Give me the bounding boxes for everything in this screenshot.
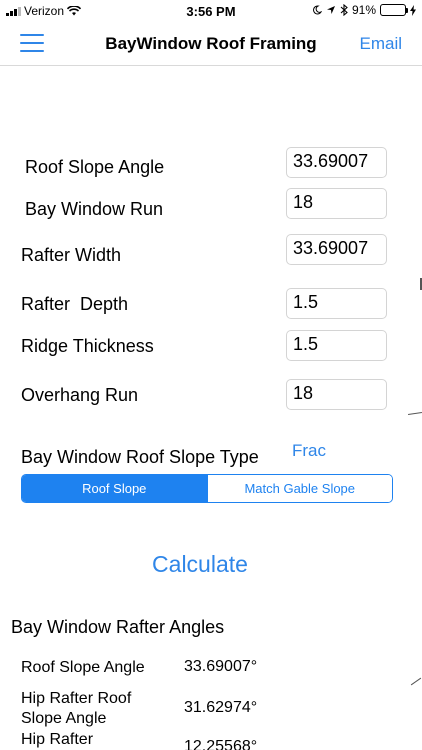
bay-window-run-field[interactable]: 18: [286, 188, 387, 219]
location-arrow-icon: [326, 6, 335, 14]
navigation-bar: BayWindow Roof Framing Email: [0, 22, 422, 66]
result-value-roof-slope-angle: 33.69007°: [184, 658, 258, 675]
frac-button[interactable]: Frac: [292, 441, 326, 461]
results-heading: Bay Window Rafter Angles: [11, 617, 225, 637]
roof-slope-angle-field[interactable]: 33.69007: [286, 147, 387, 178]
overhang-run-field[interactable]: 18: [286, 379, 387, 410]
result-label-hip-rafter: Hip Rafter: [21, 731, 94, 748]
result-value-hip-rafter-roof-slope-angle: 31.62974°: [184, 699, 258, 716]
roof-slope-segment[interactable]: Roof Slope: [22, 475, 207, 502]
status-bar: Verizon 3:56 PM 91%: [0, 0, 422, 22]
match-gable-slope-segment[interactable]: Match Gable Slope: [206, 475, 392, 502]
charging-bolt-icon: [410, 4, 416, 16]
calculate-button[interactable]: Calculate: [0, 551, 400, 578]
bluetooth-icon: [340, 4, 348, 16]
edge-mark: [407, 412, 422, 415]
moon-icon: [313, 5, 322, 15]
result-value-hip-rafter: 12.25568°: [184, 738, 258, 750]
rafter-depth-field[interactable]: 1.5: [286, 288, 387, 319]
ridge-thickness-label: Ridge Thickness: [21, 336, 154, 356]
rafter-width-field[interactable]: 33.69007: [286, 234, 387, 265]
result-label-hip-rafter-roof-slope-angle: Hip Rafter Roof Slope Angle: [21, 690, 132, 727]
roof-slope-angle-label: Roof Slope Angle: [25, 157, 165, 177]
bay-window-run-label: Bay Window Run: [25, 199, 164, 219]
email-button[interactable]: Email: [359, 34, 402, 54]
battery-percent: 91%: [351, 3, 376, 17]
edge-mark: [410, 677, 422, 686]
ridge-thickness-field[interactable]: 1.5: [286, 330, 387, 361]
rafter-depth-label: Rafter Depth: [21, 294, 129, 314]
rafter-width-label: Rafter Width: [21, 245, 122, 265]
slope-type-segmented-control: Roof Slope Match Gable Slope: [21, 474, 393, 503]
status-right: 91%: [312, 3, 416, 17]
result-label-roof-slope-angle: Roof Slope Angle: [21, 659, 145, 676]
overhang-run-label: Overhang Run: [21, 385, 139, 405]
slope-type-label: Bay Window Roof Slope Type: [21, 447, 259, 467]
battery-icon: [380, 4, 408, 16]
